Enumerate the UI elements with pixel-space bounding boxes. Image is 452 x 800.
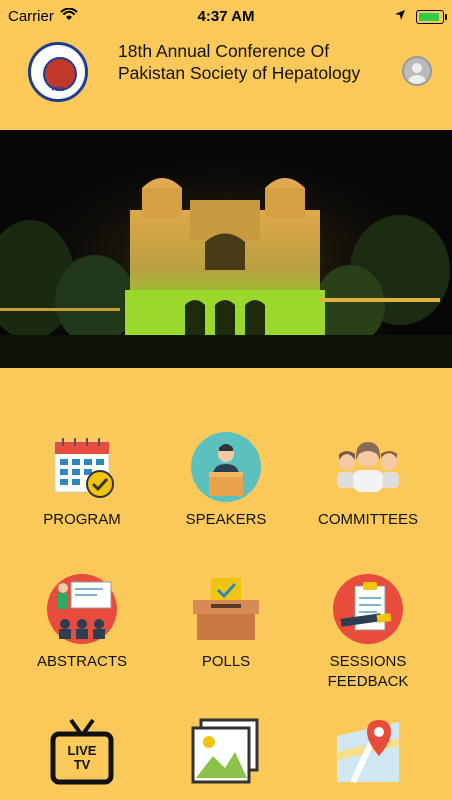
committee-group-icon	[333, 432, 403, 502]
program-label: PROGRAM	[43, 511, 121, 528]
venue-banner-image	[0, 130, 452, 368]
photo-gallery-icon	[191, 716, 261, 786]
status-time: 4:37 AM	[197, 8, 255, 25]
speakers-tile[interactable]: SPEAKERS	[156, 432, 296, 532]
speakers-label: SPEAKERS	[185, 511, 267, 528]
logo-text: PSH	[51, 87, 65, 93]
map-pin-icon	[333, 716, 403, 786]
sessions-feedback-tile[interactable]: SESSIONS FEEDBACK	[298, 574, 438, 694]
abstracts-tile[interactable]: ABSTRACTS	[12, 574, 152, 674]
app-header: PSH 18th Annual Conference Of Pakistan S…	[0, 34, 452, 130]
location-icon	[394, 8, 406, 25]
program-tile[interactable]: PROGRAM	[12, 432, 152, 532]
avatar-head	[412, 63, 422, 73]
society-logo: PSH	[28, 42, 88, 102]
polls-label: POLLS	[201, 653, 251, 670]
presentation-icon	[47, 574, 117, 644]
liver-emblem-icon	[43, 57, 77, 91]
conference-title: 18th Annual Conference Of Pakistan Socie…	[118, 41, 361, 83]
battery-icon	[416, 9, 447, 24]
calendar-icon	[47, 432, 117, 502]
speaker-podium-icon	[191, 432, 261, 502]
committees-tile[interactable]: COMMITTEES	[298, 432, 438, 532]
abstracts-label: ABSTRACTS	[36, 653, 127, 670]
ballot-box-icon	[191, 574, 261, 644]
status-bar: Carrier 4:37 AM	[0, 0, 452, 34]
sessions-feedback-label: SESSIONS FEEDBACK	[327, 653, 409, 690]
live-tv-tile[interactable]: LIVE TV	[12, 716, 152, 800]
live-tv-icon: LIVE TV	[47, 716, 117, 786]
gallery-tile[interactable]	[156, 716, 296, 800]
status-right	[394, 8, 447, 25]
polls-tile[interactable]: POLLS	[156, 574, 296, 674]
clipboard-feedback-icon	[333, 574, 403, 644]
profile-avatar-button[interactable]	[402, 56, 432, 86]
avatar-body	[407, 75, 427, 84]
live-tv-icon-text: LIVE TV	[67, 743, 97, 772]
committees-label: COMMITTEES	[318, 511, 418, 528]
venue-map-tile[interactable]	[298, 716, 438, 800]
